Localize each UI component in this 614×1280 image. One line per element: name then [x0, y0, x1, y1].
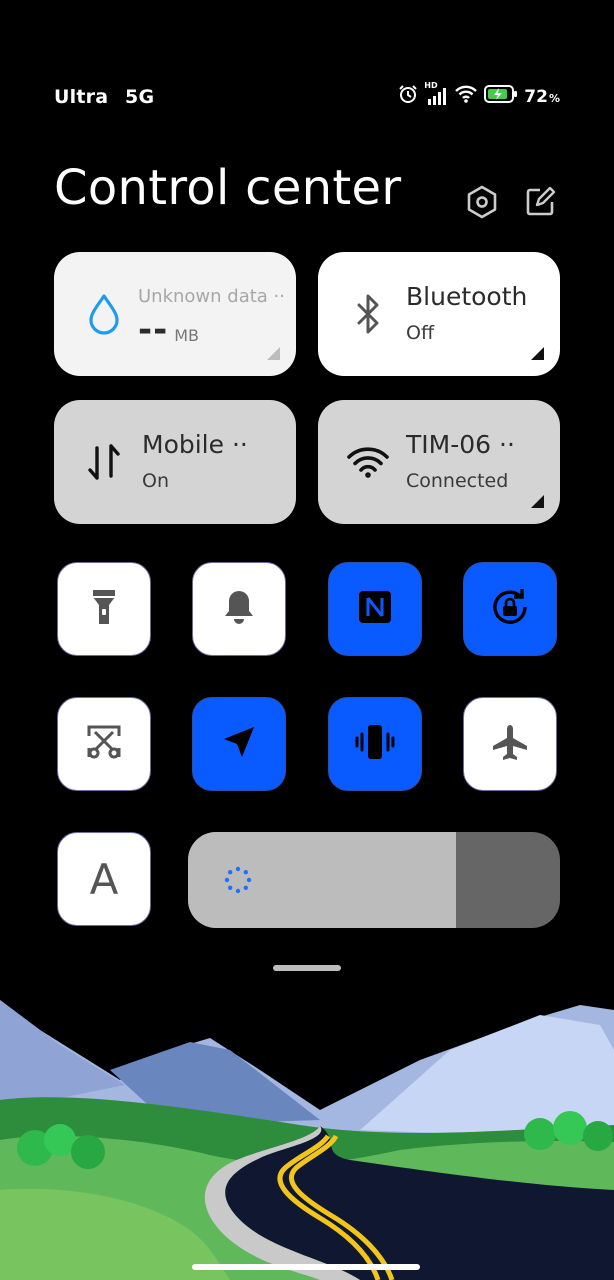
- mobile-data-status: On: [142, 470, 169, 492]
- expand-corner-icon: [267, 347, 280, 360]
- screenshot-toggle[interactable]: [57, 697, 151, 791]
- nfc-icon: [356, 588, 394, 630]
- signal-icon: HD: [424, 81, 448, 107]
- status-bar-right: HD 72%: [398, 81, 560, 109]
- airplane-icon: [490, 722, 530, 766]
- font-size-toggle[interactable]: A: [57, 832, 151, 926]
- water-drop-icon: [82, 292, 126, 336]
- nfc-toggle[interactable]: [328, 562, 422, 656]
- brightness-slider[interactable]: [188, 832, 560, 928]
- battery-unit: %: [548, 91, 560, 105]
- data-usage-value: -- MB: [138, 310, 199, 350]
- mobile-data-title: Mobile ··: [142, 430, 248, 459]
- wallpaper-landscape: [0, 1000, 614, 1280]
- rotation-lock-icon: [489, 586, 531, 632]
- data-usage-tile[interactable]: Unknown data ·· -- MB: [54, 252, 296, 376]
- screenshot-scissors-icon: [84, 722, 124, 766]
- battery-level: 72: [524, 86, 548, 107]
- wifi-tile[interactable]: TIM-06 ·· Connected: [318, 400, 560, 524]
- mobile-data-arrows-icon: [82, 440, 126, 484]
- status-bar-left: Ultra 5G: [54, 86, 164, 108]
- flashlight-toggle[interactable]: [57, 562, 151, 656]
- network-type-label: 5G: [125, 86, 155, 108]
- settings-button[interactable]: [464, 185, 500, 223]
- data-usage-title: Unknown data ··: [138, 286, 285, 307]
- drag-handle[interactable]: [273, 965, 341, 971]
- battery-charging-icon: [484, 85, 518, 108]
- bluetooth-title: Bluetooth: [406, 282, 528, 311]
- settings-hexagon-icon: [466, 185, 498, 223]
- wifi-status: Connected: [406, 470, 509, 492]
- mobile-data-tile[interactable]: Mobile ·· On: [54, 400, 296, 524]
- expand-corner-icon: [531, 495, 544, 508]
- bell-icon: [221, 588, 257, 630]
- edit-icon: [524, 186, 556, 222]
- page-title: Control center: [54, 160, 402, 216]
- location-arrow-icon: [221, 724, 257, 764]
- expand-corner-icon: [531, 347, 544, 360]
- home-indicator[interactable]: [192, 1264, 420, 1270]
- vibrate-icon: [353, 722, 397, 766]
- font-size-label: A: [89, 854, 119, 904]
- brightness-sun-icon: [224, 866, 252, 894]
- bluetooth-tile[interactable]: Bluetooth Off: [318, 252, 560, 376]
- edit-button[interactable]: [522, 186, 558, 222]
- alarm-icon: [398, 84, 418, 109]
- wifi-status-icon: [454, 84, 478, 109]
- bluetooth-icon: [346, 292, 390, 336]
- data-usage-amount: --: [138, 310, 169, 350]
- rotation-lock-toggle[interactable]: [463, 562, 557, 656]
- flashlight-icon: [90, 587, 118, 631]
- data-usage-unit: MB: [174, 326, 200, 345]
- vibrate-toggle[interactable]: [328, 697, 422, 791]
- carrier-label: Ultra: [54, 86, 109, 108]
- location-toggle[interactable]: [192, 697, 286, 791]
- wifi-network-name: TIM-06 ··: [406, 430, 515, 459]
- bluetooth-status: Off: [406, 322, 435, 344]
- silent-toggle[interactable]: [192, 562, 286, 656]
- wifi-icon: [346, 440, 390, 484]
- airplane-mode-toggle[interactable]: [463, 697, 557, 791]
